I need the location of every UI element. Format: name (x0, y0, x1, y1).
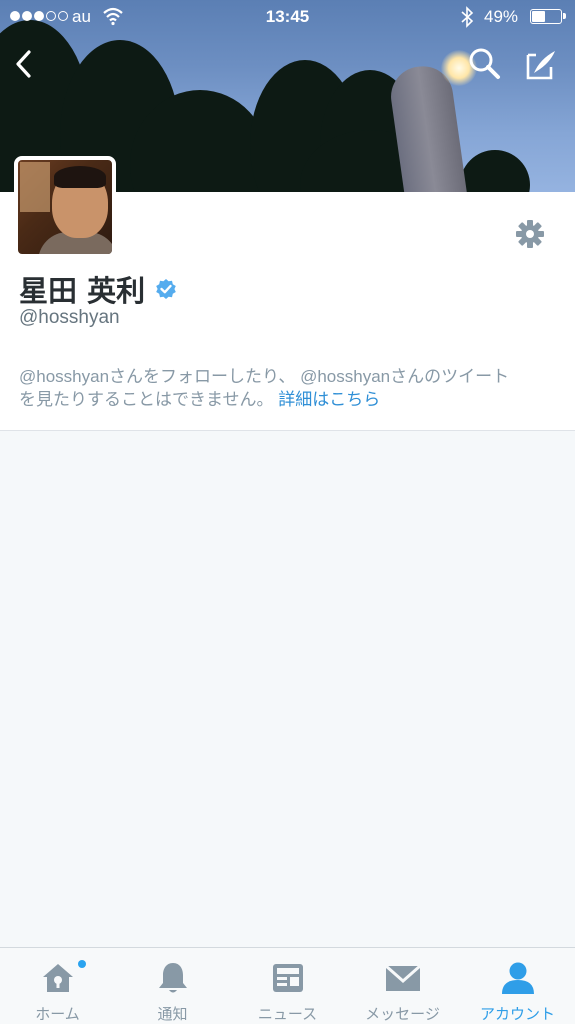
tab-bar: ホーム 通知 ニュース メッセージ アカウント (0, 947, 575, 1024)
envelope-icon (384, 964, 421, 991)
bell-icon (158, 962, 187, 992)
notice-text: を見たりすることはできません。 (19, 390, 274, 409)
notification-dot (78, 960, 86, 968)
profile-name: 星田 英利 (19, 274, 146, 308)
tab-messages[interactable]: メッセージ (345, 948, 460, 1024)
search-button[interactable] (464, 44, 504, 84)
tab-label: アカウント (479, 1005, 555, 1023)
compose-button[interactable] (521, 44, 561, 84)
tab-news[interactable]: ニュース (230, 948, 345, 1024)
verified-badge-icon (156, 279, 176, 299)
compose-icon (526, 51, 555, 80)
settings-button[interactable] (512, 216, 548, 252)
person-icon (501, 962, 534, 994)
tab-account[interactable]: アカウント (460, 948, 575, 1024)
tab-label: ホーム (35, 1005, 80, 1023)
tab-label: 通知 (157, 1005, 188, 1023)
bluetooth-icon (461, 6, 474, 28)
battery-percent: 49% (484, 7, 519, 26)
tab-label: メッセージ (365, 1005, 440, 1023)
back-button[interactable] (4, 44, 44, 84)
tab-home[interactable]: ホーム (0, 948, 115, 1024)
notice-text: @hosshyanさんをフォローしたり、 @hosshyanさんのツイート (19, 367, 510, 386)
home-icon (42, 963, 73, 992)
search-icon (469, 48, 500, 79)
banner-tree (460, 150, 530, 192)
tab-label: ニュース (257, 1005, 318, 1023)
learn-more-link[interactable]: 詳細はこちら (278, 390, 380, 409)
status-bar: au 13:45 49% (0, 0, 575, 34)
protected-account-notice: @hosshyanさんをフォローしたり、 @hosshyanさんのツイート を見… (19, 365, 559, 411)
chevron-left-icon (16, 50, 31, 78)
gear-icon (516, 220, 544, 248)
battery-icon (530, 9, 566, 24)
tab-notifications[interactable]: 通知 (115, 948, 230, 1024)
profile-name-row: 星田 英利 (19, 268, 177, 310)
avatar[interactable] (14, 156, 116, 258)
profile-handle: @hosshyan (19, 307, 120, 328)
news-icon (272, 963, 303, 992)
